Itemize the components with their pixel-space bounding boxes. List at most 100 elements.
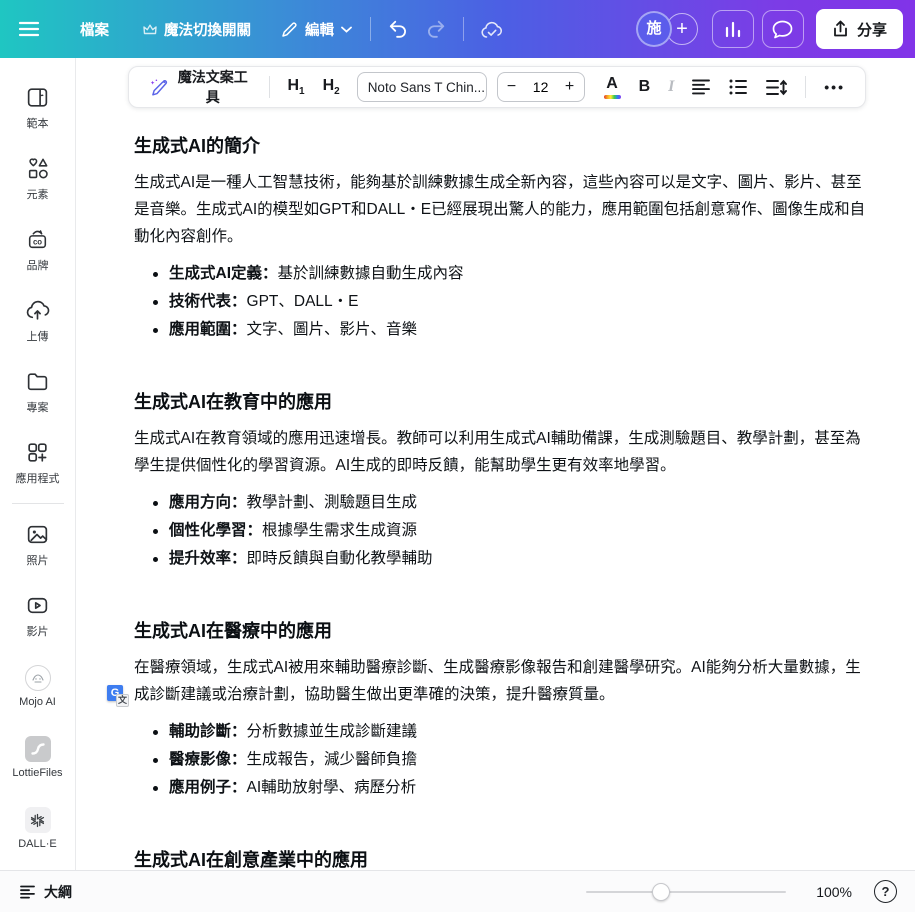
share-button[interactable]: 分享 [815, 9, 903, 49]
align-button[interactable] [685, 74, 718, 100]
undo-button[interactable] [379, 11, 417, 47]
share-label: 分享 [856, 21, 887, 39]
sidebar-item-label: 元素 [26, 188, 49, 201]
rainbow-color-bar [603, 95, 621, 99]
font-family-select[interactable]: Noto Sans T Chin... [356, 72, 487, 102]
bottombar: 大綱 100% ? [0, 870, 915, 912]
font-family-value: Noto Sans T Chin... [367, 79, 486, 95]
mojo-ai-icon [24, 665, 51, 691]
heading2-button[interactable]: H2 [316, 72, 347, 102]
doc-paragraph[interactable]: 生成式AI是一種人工智慧技術，能夠基於訓練數據生成全新內容，這些內容可以是文字、… [134, 169, 866, 250]
edit-menu-label: 編輯 [305, 22, 334, 39]
font-size-decrease-button[interactable]: − [498, 78, 526, 96]
doc-heading[interactable]: 生成式AI在醫療中的應用 [134, 619, 866, 643]
redo-icon [428, 20, 445, 38]
magic-write-label: 魔法文案工具 [177, 69, 248, 105]
bold-button[interactable]: B [632, 73, 658, 101]
google-translate-icon[interactable]: G 文 [107, 685, 129, 707]
apps-icon [28, 442, 47, 462]
font-size-increase-button[interactable]: + [556, 78, 584, 96]
text-color-button[interactable]: A [597, 70, 628, 104]
doc-bullet-list: 輔助診斷：分析數據並生成診斷建議 醫療影像：生成報告，減少醫師負擔 應用例子：A… [134, 718, 866, 802]
sidebar-item-apps[interactable]: 應用程式 [4, 427, 72, 498]
doc-bullet-item[interactable]: 應用方向：教學計劃、測驗題目生成 [153, 489, 866, 517]
doc-bullet-item[interactable]: 技術代表：GPT、DALL・E [153, 288, 866, 316]
bullet-list-button[interactable] [722, 74, 755, 100]
sidebar-item-videos[interactable]: 影片 [4, 580, 72, 651]
sidebar-item-projects[interactable]: 專案 [4, 356, 72, 427]
zoom-slider-track [586, 890, 786, 893]
heading1-button[interactable]: H1 [280, 72, 311, 102]
magic-switch-button[interactable]: 魔法切換開關 [133, 11, 261, 48]
lottiefiles-icon [24, 736, 51, 762]
italic-button[interactable]: I [661, 73, 681, 101]
insights-button[interactable] [711, 10, 754, 48]
sidebar-item-label: 照片 [26, 554, 49, 567]
videos-icon [27, 597, 48, 613]
edit-menu-button[interactable]: 編輯 [271, 11, 362, 48]
document-body[interactable]: 生成式AI的簡介 生成式AI是一種人工智慧技術，能夠基於訓練數據生成全新內容，這… [77, 58, 915, 870]
crown-icon [143, 24, 157, 34]
sidebar-item-label: 專案 [26, 401, 49, 414]
sidebar-item-dalle[interactable]: DALL·E [4, 793, 72, 864]
brand-icon: co [28, 229, 47, 248]
sidebar-item-brand[interactable]: co 品牌 [4, 214, 72, 285]
share-upload-icon [834, 20, 847, 37]
zoom-slider-thumb[interactable] [652, 882, 670, 901]
doc-paragraph[interactable]: G 文 在醫療領域，生成式AI被用來輔助醫療診斷、生成醫療影像報告和創建醫學研究… [107, 654, 866, 708]
doc-bullet-item[interactable]: 生成式AI定義：基於訓練數據自動生成內容 [153, 260, 866, 288]
projects-icon [27, 372, 48, 390]
font-size-value: 12 [532, 79, 549, 95]
magic-switch-label: 魔法切換開關 [164, 22, 251, 39]
hamburger-menu-icon [18, 21, 40, 37]
doc-bullet-item[interactable]: 輔助診斷：分析數據並生成診斷建議 [153, 718, 866, 746]
redo-button[interactable] [417, 11, 455, 47]
sidebar-item-photos[interactable]: 照片 [4, 509, 72, 580]
more-options-button[interactable]: ••• [817, 74, 852, 100]
file-menu-button[interactable]: 檔案 [70, 11, 119, 48]
sidebar-item-label: 影片 [26, 625, 49, 638]
photos-icon [27, 525, 48, 543]
doc-bullet-item[interactable]: 提升效率：即時反饋與自動化教學輔助 [153, 545, 866, 573]
sidebar-item-lottiefiles[interactable]: LottieFiles [4, 722, 72, 793]
doc-heading[interactable]: 生成式AI的簡介 [134, 134, 866, 158]
zoom-slider[interactable] [586, 882, 786, 901]
pencil-icon [282, 21, 297, 37]
outline-icon [20, 885, 35, 899]
sidebar-item-mojo-ai[interactable]: Mojo AI [4, 651, 72, 722]
magic-pen-icon [150, 79, 168, 96]
magic-write-button[interactable]: 魔法文案工具 [142, 62, 258, 112]
help-button[interactable]: ? [874, 880, 897, 903]
sidebar-item-label: Mojo AI [19, 696, 56, 708]
comments-icon [773, 20, 793, 38]
sidebar-item-elements[interactable]: 元素 [4, 143, 72, 214]
uploads-icon [26, 300, 50, 320]
hamburger-menu-button[interactable] [10, 12, 48, 46]
sidebar-item-templates[interactable]: 範本 [4, 72, 72, 143]
font-size-stepper: − 12 + [496, 72, 585, 102]
file-menu-label: 檔案 [80, 22, 109, 39]
line-spacing-button[interactable] [759, 74, 794, 101]
doc-heading-partial[interactable]: 生成式AI在創意產業中的應用 [134, 848, 866, 870]
doc-heading[interactable]: 生成式AI在教育中的應用 [134, 390, 866, 414]
cloud-sync-icon [481, 21, 502, 38]
document-canvas: 魔法文案工具 H1 H2 Noto Sans T Chin... − 12 + … [77, 58, 915, 870]
sidebar-item-label: 範本 [26, 117, 49, 130]
doc-bullet-item[interactable]: 應用例子：AI輔助放射學、病歷分析 [153, 774, 866, 802]
toolbar-divider [805, 76, 807, 98]
sidebar-divider [11, 503, 64, 504]
doc-bullet-item[interactable]: 個性化學習：根據學生需求生成資源 [153, 517, 866, 545]
avatar[interactable]: 施 [635, 11, 672, 47]
sidebar-item-label: 上傳 [26, 330, 49, 343]
outline-button[interactable]: 大綱 [14, 876, 78, 908]
topbar: 檔案 魔法切換開關 編輯 施 + 分享 [0, 0, 915, 58]
doc-paragraph[interactable]: 生成式AI在教育領域的應用迅速增長。教師可以利用生成式AI輔助備課，生成測驗題目… [134, 425, 866, 479]
topbar-divider [370, 17, 371, 41]
comments-button[interactable] [761, 10, 804, 48]
sidebar-item-uploads[interactable]: 上傳 [4, 285, 72, 356]
doc-section-intro: 生成式AI的簡介 生成式AI是一種人工智慧技術，能夠基於訓練數據生成全新內容，這… [134, 134, 866, 344]
doc-section-healthcare: 生成式AI在醫療中的應用 G 文 在醫療領域，生成式AI被用來輔助醫療診斷、生成… [107, 619, 866, 802]
doc-bullet-item[interactable]: 醫療影像：生成報告，減少醫師負擔 [153, 746, 866, 774]
doc-bullet-item[interactable]: 應用範圍：文字、圖片、影片、音樂 [153, 316, 866, 344]
undo-icon [389, 20, 406, 38]
